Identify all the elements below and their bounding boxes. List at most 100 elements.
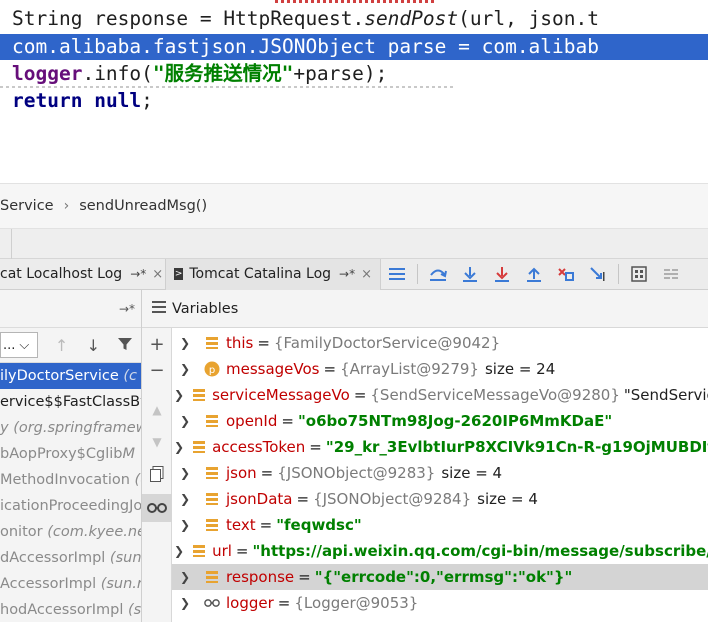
code-line-1[interactable]: String response = HttpRequest.sendPost(u… bbox=[0, 6, 708, 32]
frame-item[interactable]: icationProceedingJo bbox=[0, 493, 141, 519]
variable-name: accessToken bbox=[212, 438, 306, 456]
frame-item[interactable]: bAopProxy$CglibM bbox=[0, 441, 141, 467]
expand-icon[interactable]: ❯ bbox=[174, 362, 196, 376]
equals-sign: = bbox=[235, 542, 249, 560]
field-icon bbox=[192, 387, 206, 403]
field-icon bbox=[204, 517, 220, 533]
frame-item[interactable]: ervice$$FastClassBy bbox=[0, 389, 141, 415]
variable-row-selected[interactable]: ❯ response = "{"errcode":0,"errmsg":"ok"… bbox=[172, 564, 708, 590]
add-icon[interactable]: + bbox=[142, 330, 172, 358]
frame-item[interactable]: y (org.springframew bbox=[0, 415, 141, 441]
expand-icon[interactable]: ❯ bbox=[174, 596, 196, 610]
frame-package: M bbox=[122, 446, 135, 462]
expand-icon[interactable]: ❯ bbox=[174, 466, 196, 480]
remove-icon[interactable]: − bbox=[142, 356, 172, 384]
frame-item[interactable]: onitor (com.kyee.ne bbox=[0, 519, 141, 545]
thread-select[interactable]: ... ⌵ bbox=[0, 332, 38, 358]
force-step-into-icon[interactable] bbox=[486, 259, 518, 290]
move-down-icon[interactable]: ▼ bbox=[142, 428, 172, 456]
code-line-2-selected[interactable]: com.alibaba.fastjson.JSONObject parse = … bbox=[0, 34, 708, 60]
run-to-cursor-icon[interactable] bbox=[582, 259, 614, 290]
svg-text:p: p bbox=[209, 365, 215, 376]
evaluate-expression-icon[interactable] bbox=[623, 259, 655, 290]
variable-name: url bbox=[212, 542, 232, 560]
close-icon[interactable]: × bbox=[152, 267, 163, 282]
variable-ref: {ArrayList@9279} bbox=[340, 360, 479, 378]
trace-stream-icon[interactable] bbox=[655, 259, 687, 290]
variable-ref: {JSONObject@9284} bbox=[313, 490, 472, 508]
frames-header: →* bbox=[0, 290, 141, 328]
expand-icon[interactable]: ❯ bbox=[174, 492, 196, 506]
step-into-icon[interactable] bbox=[454, 259, 486, 290]
expand-icon[interactable]: ❯ bbox=[174, 544, 184, 558]
variable-row[interactable]: ❯ p messageVos = {ArrayList@9279} size =… bbox=[172, 356, 708, 382]
variable-row[interactable]: ❯ openId = "o6bo75NTm98Jog-2620IP6MmKDaE… bbox=[172, 408, 708, 434]
expand-icon[interactable]: ❯ bbox=[174, 440, 184, 454]
variable-name: messageVos bbox=[226, 360, 320, 378]
frames-panel: →* ... ⌵ ↑ ↓ ilyDoctorService (c ervice$… bbox=[0, 290, 142, 622]
toolbar-separator bbox=[618, 264, 619, 284]
variables-title: Variables bbox=[172, 300, 239, 317]
variable-row[interactable]: ❯ serviceMessageVo = {SendServiceMessage… bbox=[172, 382, 708, 408]
tab-label: Tomcat Catalina Log bbox=[189, 266, 332, 282]
move-up-icon[interactable]: ▲ bbox=[142, 396, 172, 424]
variable-row[interactable]: ❯ logger = {Logger@9053} bbox=[172, 590, 708, 616]
variable-row[interactable]: ❯ accessToken = "29_kr_3EvlbtIurP8XCIVk9… bbox=[172, 434, 708, 460]
variables-gutter: + − ▲ ▼ bbox=[142, 328, 172, 622]
expand-icon[interactable]: ❯ bbox=[174, 570, 196, 584]
frame-item[interactable]: hodAccessorImpl (s bbox=[0, 597, 141, 622]
pin-icon[interactable]: →* bbox=[339, 267, 355, 281]
field-icon bbox=[204, 335, 220, 351]
arrow-down-icon[interactable]: ↓ bbox=[77, 336, 109, 355]
frame-package: (s bbox=[123, 602, 141, 618]
variable-name: logger bbox=[226, 594, 274, 612]
tab-localhost-log[interactable]: cat Localhost Log →* × bbox=[0, 258, 166, 290]
frame-item[interactable]: MethodInvocation (c bbox=[0, 467, 141, 493]
code-text: String response = HttpRequest. bbox=[12, 7, 365, 30]
tab-catalina-log[interactable]: > Tomcat Catalina Log →* × bbox=[166, 258, 381, 290]
frame-item[interactable]: AccessorImpl (sun.r bbox=[0, 571, 141, 597]
variable-row[interactable]: ❯ url = "https://api.weixin.qq.com/cgi-b… bbox=[172, 538, 708, 564]
breadcrumb: Service › sendUnreadMsg() bbox=[0, 183, 708, 229]
code-string: "服务推送情况" bbox=[152, 62, 294, 85]
code-line-4[interactable]: return null; bbox=[0, 88, 708, 114]
drop-frame-icon[interactable] bbox=[550, 259, 582, 290]
frame-item[interactable]: dAccessorImpl (sun. bbox=[0, 545, 141, 571]
copy-icon[interactable] bbox=[142, 460, 172, 488]
variable-row[interactable]: ❯ text = "feqwdsc" bbox=[172, 512, 708, 538]
variable-row[interactable]: ❯ json = {JSONObject@9283} size = 4 bbox=[172, 460, 708, 486]
code-editor[interactable]: String response = HttpRequest.sendPost(u… bbox=[0, 0, 708, 183]
frame-item[interactable]: ilyDoctorService (c bbox=[0, 363, 141, 389]
variable-row[interactable]: ❯ this = {FamilyDoctorService@9042} bbox=[172, 330, 708, 356]
variable-row[interactable]: ❯ jsonData = {JSONObject@9284} size = 4 bbox=[172, 486, 708, 512]
equals-sign: = bbox=[298, 568, 311, 586]
equals-sign: = bbox=[281, 412, 294, 430]
parameter-icon: p bbox=[204, 361, 220, 377]
frame-package: (com.kyee.ne bbox=[42, 524, 141, 540]
field-icon bbox=[192, 439, 206, 455]
frames-toolbar: ... ⌵ ↑ ↓ bbox=[0, 328, 141, 363]
pin-icon[interactable]: →* bbox=[119, 302, 135, 316]
frame-method: bAopProxy$Cglib bbox=[0, 446, 123, 462]
expand-icon[interactable]: ❯ bbox=[174, 518, 196, 532]
expand-icon[interactable]: ❯ bbox=[174, 414, 196, 428]
breadcrumb-class[interactable]: Service bbox=[0, 198, 54, 214]
field-icon bbox=[204, 413, 220, 429]
variable-name: json bbox=[226, 464, 257, 482]
breadcrumb-method[interactable]: sendUnreadMsg() bbox=[79, 198, 207, 214]
watches-icon[interactable] bbox=[142, 494, 172, 522]
chevron-right-icon: › bbox=[63, 198, 70, 214]
code-line-3[interactable]: logger.info("服务推送情况"+parse); bbox=[0, 61, 708, 87]
arrow-up-icon[interactable]: ↑ bbox=[46, 336, 78, 355]
expand-icon[interactable]: ❯ bbox=[174, 388, 184, 402]
step-over-icon[interactable] bbox=[422, 259, 454, 290]
expand-icon[interactable]: ❯ bbox=[174, 336, 196, 350]
pin-icon[interactable]: →* bbox=[130, 267, 146, 281]
menu-icon[interactable] bbox=[152, 300, 166, 317]
frame-package: y (org.springframew bbox=[0, 420, 141, 436]
filter-icon[interactable] bbox=[109, 336, 141, 355]
code-method-call: sendPost bbox=[364, 7, 459, 30]
step-out-icon[interactable] bbox=[518, 259, 550, 290]
close-icon[interactable]: × bbox=[361, 267, 372, 282]
menu-icon[interactable] bbox=[381, 259, 413, 290]
